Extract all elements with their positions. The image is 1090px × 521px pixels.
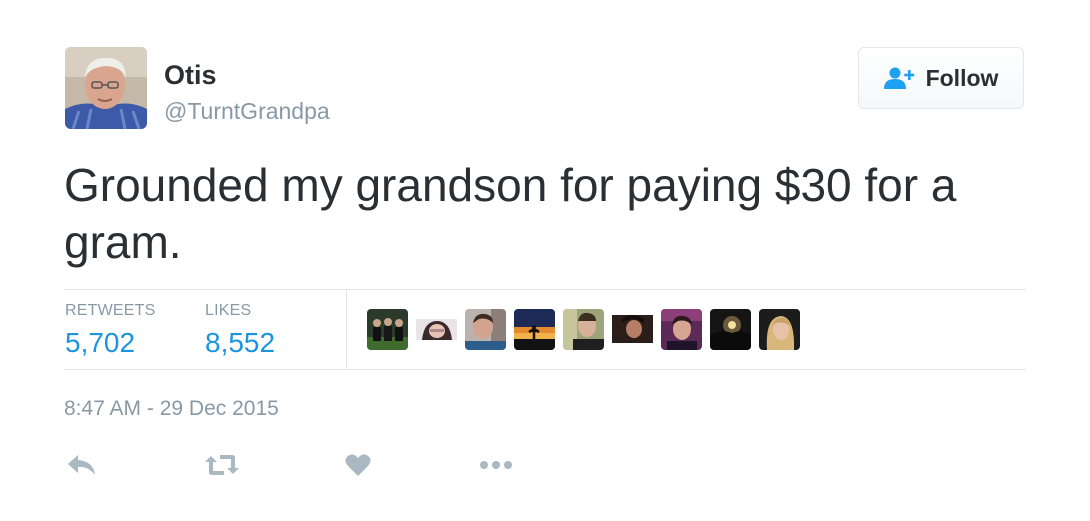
stats-vertical-divider (346, 289, 347, 369)
tweet-text: Grounded my grandson for paying $30 for … (64, 159, 957, 268)
heart-icon (345, 454, 371, 476)
likes-stat[interactable]: LIKES 8,552 (205, 302, 275, 360)
retweet-icon (205, 455, 239, 475)
retweets-label: RETWEETS (65, 302, 156, 319)
add-user-icon (883, 67, 914, 89)
more-dots-icon (480, 461, 512, 469)
elderly-man-avatar-icon (65, 47, 147, 129)
liker-avatars (367, 309, 800, 350)
tweet-timestamp[interactable]: 8:47 AM - 29 Dec 2015 (64, 397, 279, 421)
stats-bottom-divider (64, 369, 1026, 370)
group-photo-avatar-icon[interactable] (367, 309, 408, 350)
purple-portrait-avatar-icon[interactable] (661, 309, 702, 350)
stats-top-divider (64, 289, 1026, 290)
dark-portrait-avatar-icon[interactable] (612, 309, 653, 350)
sunset-silhouette-avatar-icon[interactable] (514, 309, 555, 350)
retweets-count: 5,702 (65, 327, 136, 358)
like-button[interactable] (345, 450, 371, 480)
follow-button-label: Follow (925, 64, 999, 91)
follow-button[interactable]: Follow (858, 47, 1024, 109)
sunset-landscape-avatar-icon[interactable] (710, 309, 751, 350)
reply-icon (68, 455, 95, 475)
author-avatar[interactable] (65, 47, 147, 129)
retweet-button[interactable] (204, 450, 240, 480)
likes-label: LIKES (205, 302, 252, 319)
selfie-avatar-icon[interactable] (465, 309, 506, 350)
more-options-button[interactable] (479, 450, 513, 480)
likes-count: 8,552 (205, 327, 276, 358)
retweets-stat[interactable]: RETWEETS 5,702 (65, 302, 156, 360)
blonde-portrait-avatar-icon[interactable] (759, 309, 800, 350)
reply-button[interactable] (67, 450, 97, 480)
author-name[interactable]: Otis (164, 58, 217, 92)
girl-portrait-avatar-icon[interactable] (416, 309, 457, 350)
boy-portrait-avatar-icon[interactable] (563, 309, 604, 350)
author-handle[interactable]: @TurntGrandpa (164, 97, 330, 125)
